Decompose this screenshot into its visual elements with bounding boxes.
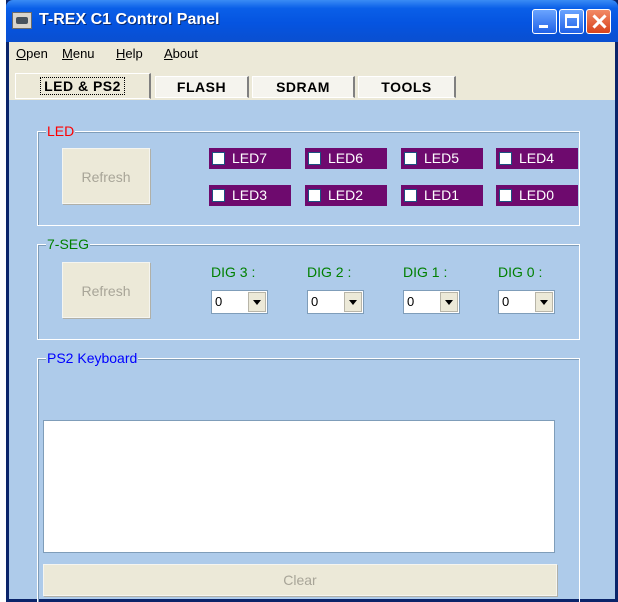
app-icon [12, 12, 32, 29]
close-button[interactable] [586, 9, 611, 34]
menu-open[interactable]: Open [16, 46, 48, 61]
checkbox-icon [308, 189, 321, 202]
led-label: LED1 [424, 187, 460, 203]
chevron-down-icon[interactable] [344, 292, 362, 312]
chevron-down-icon[interactable] [440, 292, 458, 312]
checkbox-icon [404, 152, 417, 165]
maximize-button[interactable] [559, 9, 584, 34]
dig1-label: DIG 1 : [403, 264, 448, 280]
menu-bar: Open Menu Help About [9, 42, 615, 64]
menu-help[interactable]: Help [116, 46, 143, 61]
dig0-value: 0 [502, 294, 510, 309]
dig2-select[interactable]: 0 [307, 290, 364, 314]
led6-checkbox[interactable]: LED6 [305, 148, 387, 169]
menu-about[interactable]: About [164, 46, 198, 61]
led2-checkbox[interactable]: LED2 [305, 185, 387, 206]
client-area: Open Menu Help About LED & PS2 FLASH SDR… [9, 42, 615, 602]
clear-button[interactable]: Clear [43, 564, 557, 596]
title-bar[interactable]: T-REX C1 Control Panel [6, 0, 618, 42]
ps2-keyboard-textarea[interactable] [43, 420, 555, 553]
led-refresh-button[interactable]: Refresh [62, 148, 150, 204]
led-label: LED6 [328, 150, 364, 166]
led3-checkbox[interactable]: LED3 [209, 185, 291, 206]
dig2-value: 0 [311, 294, 319, 309]
dig0-select[interactable]: 0 [498, 290, 555, 314]
checkbox-icon [308, 152, 321, 165]
tab-strip: LED & PS2 FLASH SDRAM TOOLS [9, 64, 615, 100]
checkbox-icon [212, 152, 225, 165]
led-label: LED2 [328, 187, 364, 203]
checkbox-icon [212, 189, 225, 202]
dig1-value: 0 [407, 294, 415, 309]
tab-led-ps2[interactable]: LED & PS2 [15, 73, 151, 99]
led7-checkbox[interactable]: LED7 [209, 148, 291, 169]
seg-group-label: 7-SEG [46, 236, 91, 252]
led4-checkbox[interactable]: LED4 [496, 148, 578, 169]
checkbox-icon [499, 152, 512, 165]
led1-checkbox[interactable]: LED1 [401, 185, 483, 206]
ps2-group-label: PS2 Keyboard [46, 350, 139, 366]
tab-sdram[interactable]: SDRAM [252, 76, 355, 98]
checkbox-icon [499, 189, 512, 202]
tab-panel: LED Refresh LED7 LED6 LED5 LED4 LED3 LED… [9, 100, 615, 602]
led-label: LED3 [232, 187, 268, 203]
led-group-label: LED [46, 123, 76, 139]
led-label: LED4 [519, 150, 555, 166]
tab-tools[interactable]: TOOLS [358, 76, 456, 98]
dig1-select[interactable]: 0 [403, 290, 460, 314]
led5-checkbox[interactable]: LED5 [401, 148, 483, 169]
dig3-select[interactable]: 0 [211, 290, 268, 314]
seg-refresh-button[interactable]: Refresh [62, 262, 150, 318]
checkbox-icon [404, 189, 417, 202]
led-label: LED7 [232, 150, 268, 166]
dig2-label: DIG 2 : [307, 264, 352, 280]
dig3-label: DIG 3 : [211, 264, 256, 280]
led-label: LED0 [519, 187, 555, 203]
minimize-button[interactable] [532, 9, 557, 34]
chevron-down-icon[interactable] [248, 292, 266, 312]
led-label: LED5 [424, 150, 460, 166]
dig0-label: DIG 0 : [498, 264, 543, 280]
app-window: T-REX C1 Control Panel Open Menu Help Ab… [6, 0, 618, 602]
chevron-down-icon[interactable] [535, 292, 553, 312]
led0-checkbox[interactable]: LED0 [496, 185, 578, 206]
dig3-value: 0 [215, 294, 223, 309]
window-title: T-REX C1 Control Panel [39, 11, 220, 28]
tab-flash[interactable]: FLASH [155, 76, 249, 98]
menu-menu[interactable]: Menu [62, 46, 95, 61]
